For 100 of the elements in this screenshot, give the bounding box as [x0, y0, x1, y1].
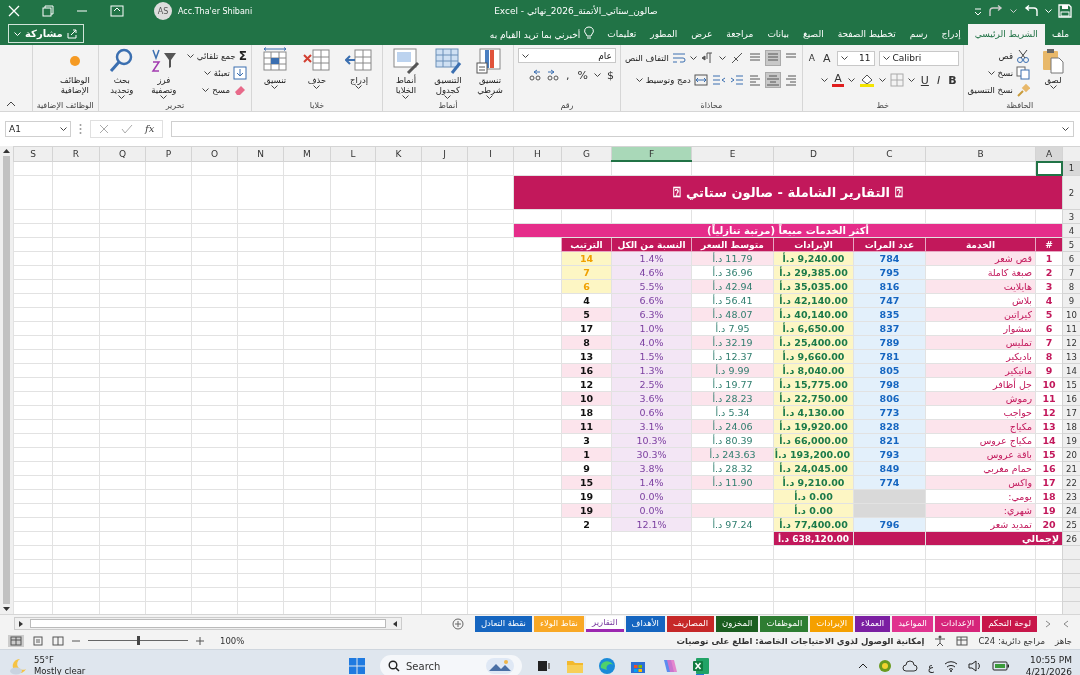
ribbon-button[interactable]: الوظائف الإضافية — [55, 47, 94, 95]
ribbon-button[interactable]: حذف — [297, 47, 336, 89]
battery-icon[interactable] — [991, 661, 1010, 671]
formula-input[interactable] — [171, 120, 1074, 137]
undo-icon[interactable] — [1023, 5, 1039, 17]
font-size-field[interactable]: 11 — [836, 50, 875, 66]
column-header[interactable]: A — [1035, 146, 1063, 161]
scroll-thumb[interactable] — [30, 619, 386, 628]
row-header[interactable]: 2 — [1062, 175, 1080, 210]
wifi-icon[interactable] — [943, 660, 958, 672]
scroll-left-icon[interactable] — [391, 619, 398, 628]
task-view-icon[interactable] — [536, 658, 552, 674]
windows-logo-icon[interactable] — [348, 657, 366, 675]
caret-icon[interactable] — [718, 56, 726, 60]
font-color-button[interactable]: A — [832, 73, 844, 87]
ribbon-display-icon[interactable] — [110, 5, 124, 17]
insert-function-button[interactable]: fx — [145, 123, 155, 134]
text-direction-icon[interactable] — [700, 51, 715, 65]
column-header[interactable]: J — [421, 146, 468, 161]
ribbon-tab[interactable]: تعليمات — [600, 24, 644, 45]
caret-icon[interactable] — [186, 53, 194, 58]
sheet-tab[interactable]: العملاء — [855, 616, 891, 632]
caret-icon[interactable] — [202, 87, 210, 92]
column-header[interactable]: N — [237, 146, 284, 161]
column-header[interactable]: L — [330, 146, 376, 161]
merge-center-button[interactable]: دمج وتوسيط — [635, 72, 708, 88]
format-button[interactable]: % — [575, 68, 590, 82]
caret-icon[interactable] — [907, 78, 915, 82]
column-header[interactable]: E — [691, 146, 774, 161]
decrease-decimal-icon[interactable] — [528, 68, 542, 82]
ribbon-button[interactable]: نسخ — [967, 65, 1030, 80]
caret-icon[interactable] — [444, 95, 452, 99]
sheet-tab[interactable]: الإعدادات — [934, 616, 981, 632]
wrap-text-button[interactable]: التفاف النص — [624, 50, 686, 66]
scroll-thumb[interactable] — [3, 156, 10, 604]
ribbon-button[interactable]: بحث وتحديد — [102, 47, 141, 99]
ribbon-button[interactable]: أنماط الخلايا — [386, 47, 425, 99]
ribbon-tab[interactable]: عرض — [684, 24, 720, 45]
ribbon-tab[interactable]: إدراج — [934, 24, 968, 45]
caret-icon[interactable] — [1062, 126, 1069, 131]
redo-icon[interactable] — [988, 5, 1004, 17]
ribbon-button[interactable]: لصق — [1034, 47, 1072, 89]
column-header[interactable]: B — [925, 146, 1036, 161]
page-break-view-icon[interactable] — [52, 635, 64, 646]
ribbon-tab[interactable]: ملف — [1044, 24, 1076, 45]
ribbon-tab[interactable]: بيانات — [760, 24, 797, 45]
caret-icon[interactable] — [118, 95, 126, 99]
caret-icon[interactable] — [60, 126, 67, 131]
number-format-field[interactable]: عام — [517, 48, 616, 63]
increase-decimal-icon[interactable] — [546, 68, 560, 82]
format-button[interactable]: $ — [604, 68, 616, 82]
search-field[interactable]: Search — [380, 655, 522, 675]
lightbulb-icon[interactable] — [584, 26, 595, 40]
caret-icon[interactable] — [635, 78, 643, 82]
column-header[interactable]: K — [375, 146, 422, 161]
column-header[interactable]: H — [513, 146, 562, 161]
ribbon-tab[interactable]: الصيغ — [796, 24, 831, 45]
close-icon[interactable] — [8, 5, 20, 17]
zoom-in-icon[interactable] — [196, 636, 204, 645]
collapse-ribbon-icon[interactable] — [6, 101, 16, 107]
slider-thumb[interactable] — [137, 636, 140, 645]
sheet-tab[interactable]: التقارير — [586, 616, 624, 632]
column-header[interactable]: F — [611, 146, 692, 161]
name-box[interactable]: A1 — [5, 120, 71, 137]
caret-icon[interactable] — [160, 95, 168, 99]
column-header[interactable]: O — [191, 146, 238, 161]
horizontal-scrollbar[interactable] — [14, 617, 402, 630]
column-header[interactable]: I — [467, 146, 514, 161]
text-orientation-icon[interactable] — [729, 51, 744, 65]
caret-icon[interactable] — [402, 95, 410, 99]
add-sheet-icon[interactable] — [451, 617, 464, 630]
ribbon-button[interactable]: نسخ التنسيق — [967, 82, 1030, 97]
caret-icon[interactable] — [355, 85, 363, 89]
page-layout-view-icon[interactable] — [32, 635, 44, 646]
ribbon-button[interactable]: إدراج — [339, 47, 378, 89]
accessibility-status[interactable]: إمكانية الوصول لذوي الاحتياجات الخاصة: اطلع على توصيات — [676, 635, 925, 646]
ribbon-button[interactable]: تنسيق شرطي — [470, 47, 509, 99]
format-button[interactable]: U — [918, 73, 931, 87]
tell-me-search[interactable]: أخبرني بما تريد القيام به — [489, 25, 581, 45]
caret-icon[interactable] — [847, 78, 855, 82]
share-button[interactable]: مشاركة — [8, 24, 84, 43]
font-name-field[interactable]: Calibri — [878, 50, 959, 66]
sheet-tab[interactable]: الأهداف — [625, 616, 665, 632]
ribbon-tab[interactable]: المطور — [643, 24, 685, 45]
caret-icon[interactable] — [203, 70, 211, 75]
caret-icon[interactable] — [689, 56, 697, 60]
sheet-tab[interactable]: لوحة التحكم — [982, 616, 1037, 632]
cloud-icon[interactable] — [901, 660, 918, 672]
speaker-icon[interactable] — [967, 660, 982, 672]
format-button[interactable]: B — [946, 73, 959, 87]
caret-icon[interactable] — [521, 53, 529, 58]
caret-icon[interactable] — [486, 95, 494, 99]
scroll-down-icon[interactable] — [2, 606, 11, 612]
fill-color-icon[interactable] — [858, 73, 875, 87]
scroll-up-icon[interactable] — [2, 148, 11, 154]
keyboard-language[interactable]: ع — [927, 660, 934, 672]
column-header[interactable]: Q — [99, 146, 146, 161]
clock-date[interactable]: 4/21/2026 — [1025, 666, 1072, 675]
zoom-level[interactable]: 100% — [220, 635, 245, 646]
format-button[interactable]: I — [934, 73, 943, 87]
